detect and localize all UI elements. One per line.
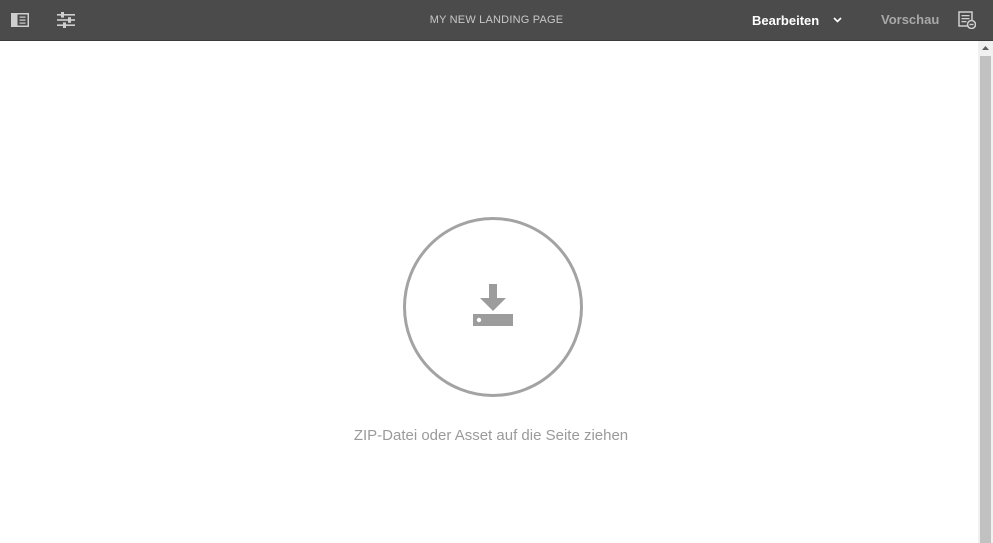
scroll-up-arrow-icon[interactable]	[978, 41, 993, 55]
top-toolbar: MY NEW LANDING PAGE Bearbeiten Vorschau	[0, 0, 993, 41]
page-information-button[interactable]	[955, 8, 979, 32]
mode-dropdown[interactable]: Bearbeiten	[748, 0, 848, 40]
preview-button[interactable]: Vorschau	[881, 0, 939, 40]
sliders-icon	[57, 12, 75, 28]
download-tray-icon	[472, 283, 514, 331]
page-properties-button[interactable]	[54, 8, 78, 32]
drop-zone[interactable]	[403, 217, 583, 397]
side-panel-icon	[11, 13, 29, 27]
vertical-scrollbar[interactable]	[978, 41, 993, 543]
scrollbar-thumb[interactable]	[980, 56, 991, 543]
page-info-icon	[958, 11, 976, 29]
side-panel-toggle-button[interactable]	[8, 8, 32, 32]
drop-zone-message: ZIP-Datei oder Asset auf die Seite ziehe…	[353, 427, 629, 444]
chevron-down-icon	[833, 17, 842, 23]
mode-dropdown-label: Bearbeiten	[752, 12, 820, 28]
